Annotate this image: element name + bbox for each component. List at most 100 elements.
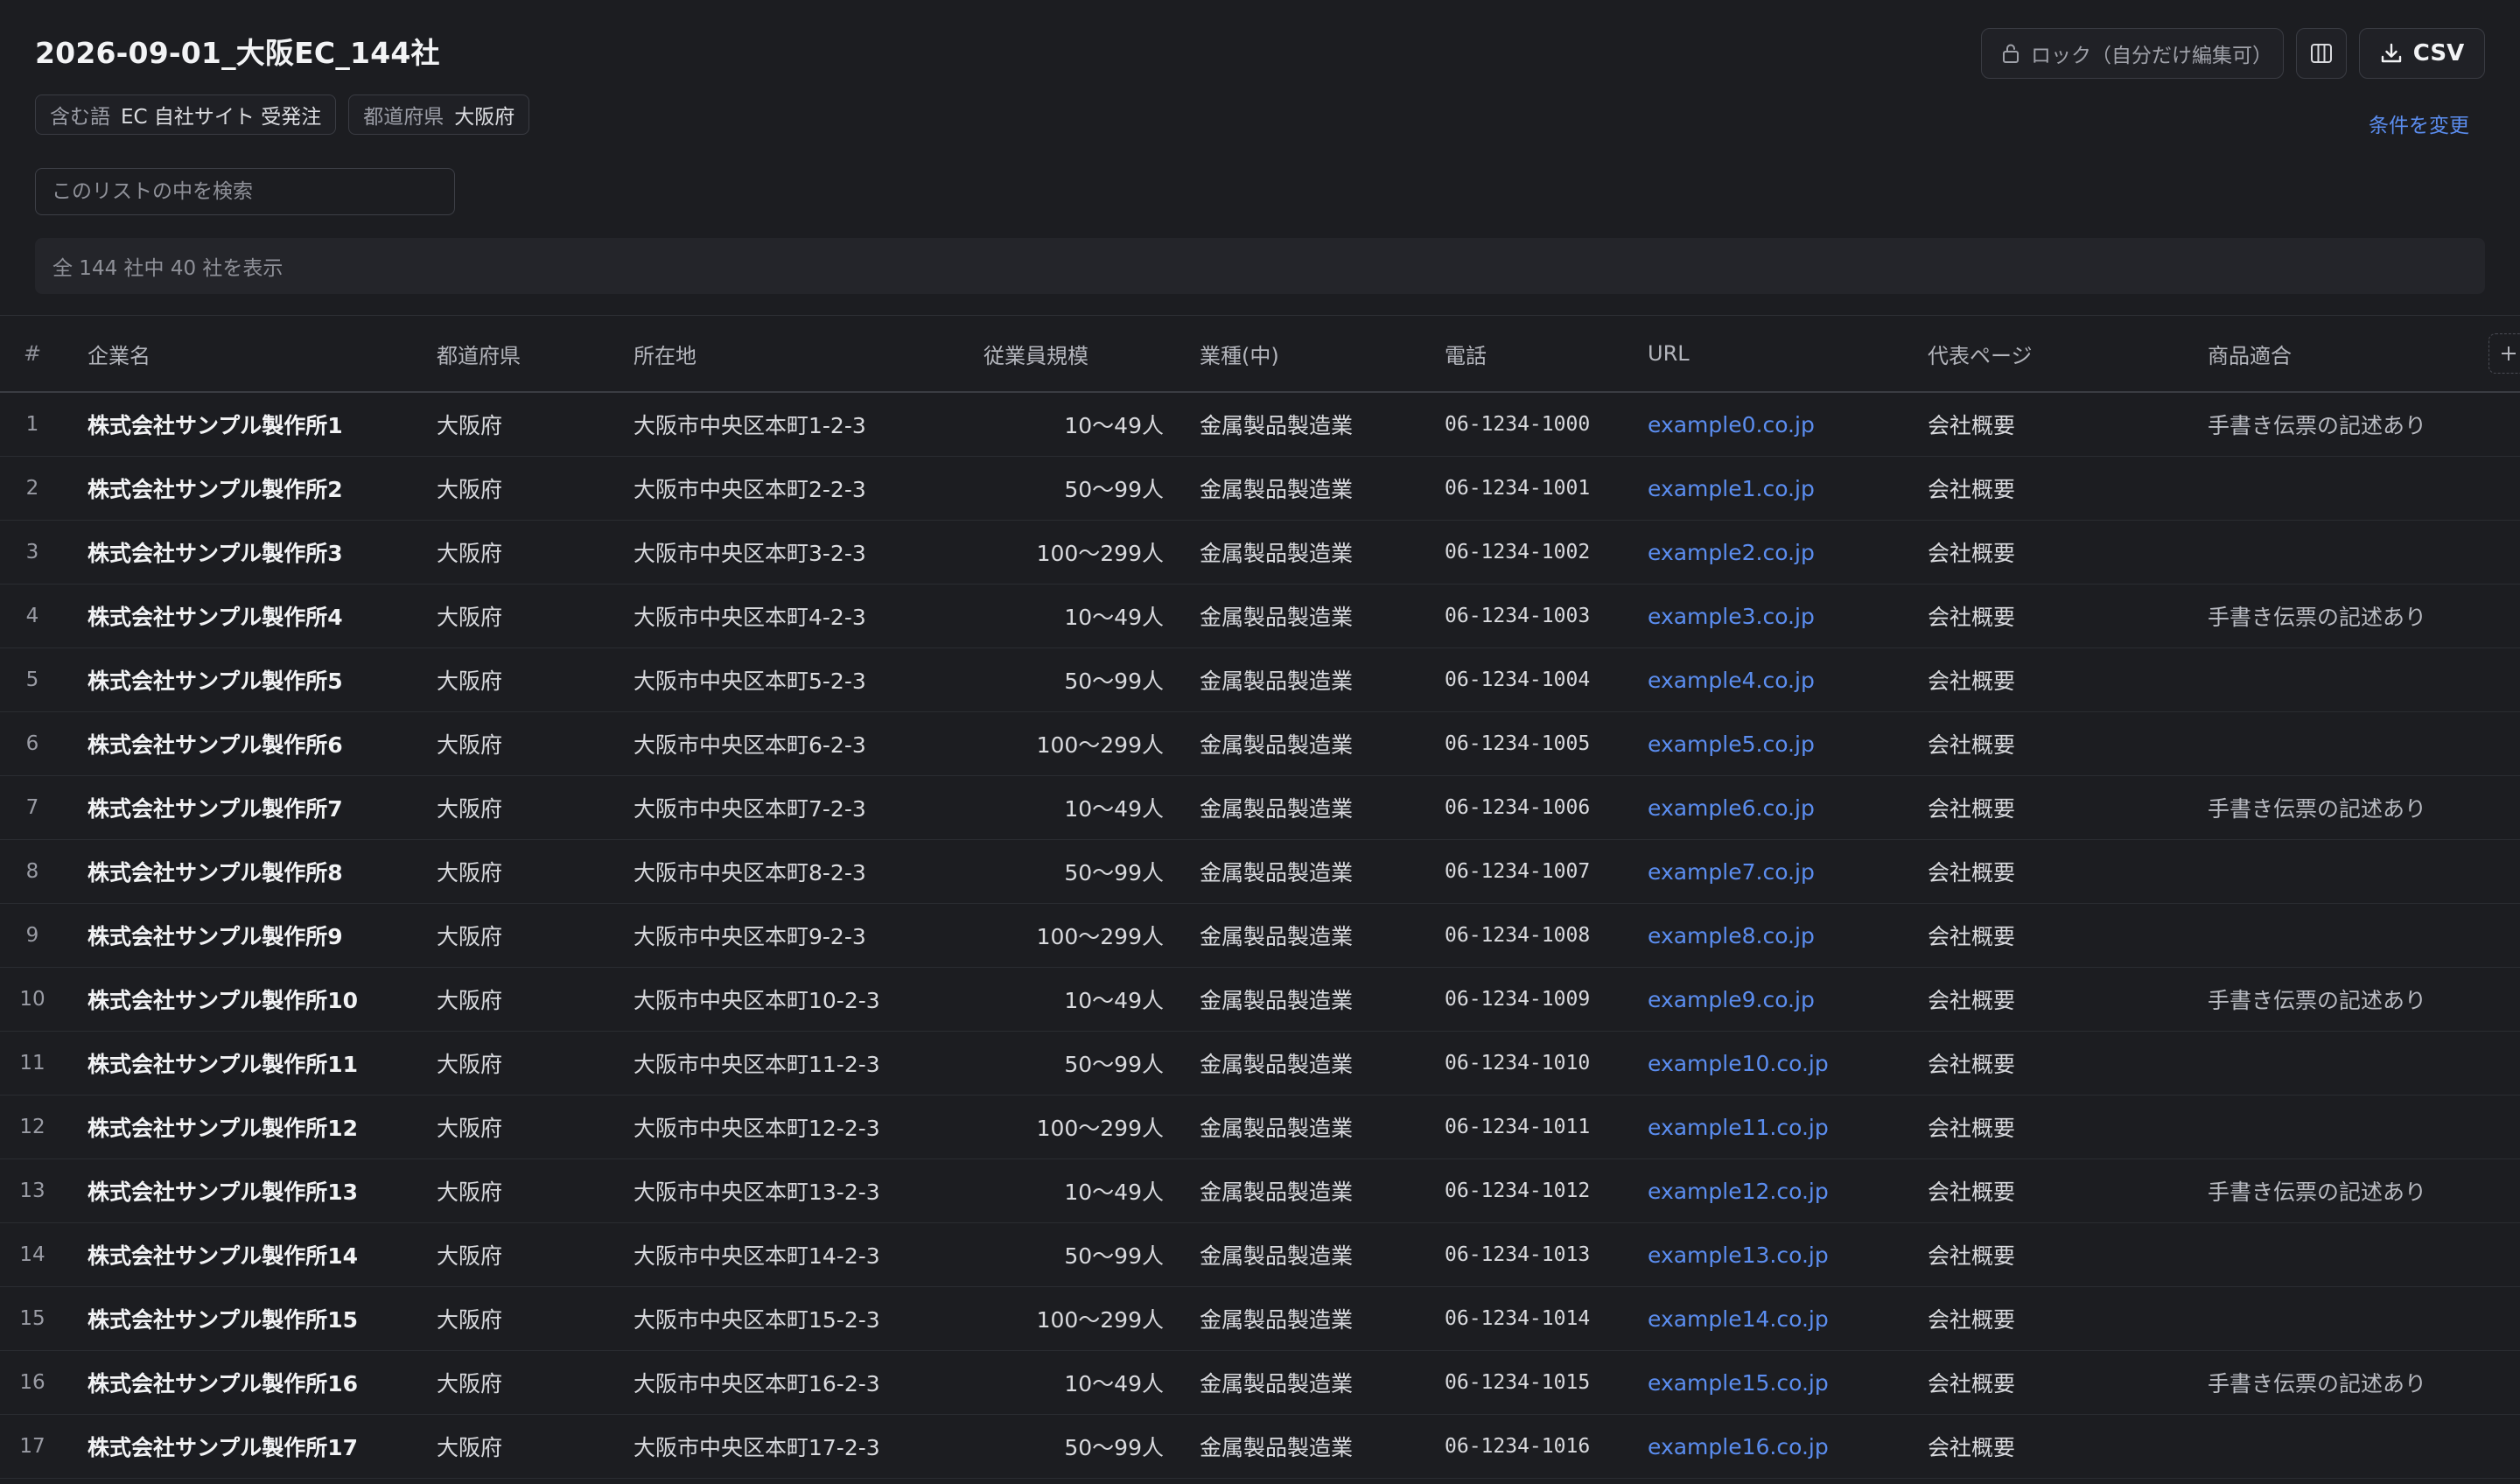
address-cell: 大阪市中央区本町14-2-3 bbox=[634, 1243, 880, 1269]
rep-page-cell: 会社概要 bbox=[1928, 1371, 2016, 1396]
table-row[interactable]: 7 株式会社サンプル製作所7 大阪府 大阪市中央区本町7-2-3 10〜49人 金属製品製… bbox=[0, 776, 2520, 840]
download-icon bbox=[2380, 42, 2403, 65]
address-cell: 大阪市中央区本町9-2-3 bbox=[634, 924, 866, 949]
industry-cell: 金属製品製造業 bbox=[1200, 1052, 1354, 1077]
rep-page-cell: 会社概要 bbox=[1928, 413, 2016, 438]
url-link[interactable]: example15.co.jp bbox=[1648, 1351, 1829, 1414]
column-header-rep-page[interactable]: 代表ページ bbox=[1928, 316, 2033, 391]
url-link[interactable]: example5.co.jp bbox=[1648, 712, 1815, 775]
company-name[interactable]: 株式会社サンプル製作所6 bbox=[88, 712, 343, 775]
column-header-address[interactable]: 所在地 bbox=[634, 316, 696, 391]
table-header: # 企業名 都道府県 所在地 従業員規模 業種(中) 電話 URL 代表ページ … bbox=[0, 316, 2520, 393]
url-link[interactable]: example11.co.jp bbox=[1648, 1096, 1829, 1158]
filter-chip-key: 含む語 bbox=[50, 106, 110, 129]
employees-cell: 10〜49人 bbox=[1064, 796, 1164, 822]
change-conditions-link[interactable]: 条件を変更 bbox=[2369, 108, 2469, 138]
employees-cell: 100〜299人 bbox=[1036, 1307, 1164, 1333]
url-link[interactable]: example7.co.jp bbox=[1648, 840, 1815, 903]
company-name[interactable]: 株式会社サンプル製作所14 bbox=[88, 1223, 358, 1286]
table-row[interactable]: 13 株式会社サンプル製作所13 大阪府 大阪市中央区本町13-2-3 10〜49人 金属… bbox=[0, 1159, 2520, 1223]
employees-cell: 50〜99人 bbox=[1064, 860, 1164, 886]
url-link[interactable]: example12.co.jp bbox=[1648, 1159, 1829, 1222]
table-row[interactable]: 4 株式会社サンプル製作所4 大阪府 大阪市中央区本町4-2-3 10〜49人 金属製品製… bbox=[0, 584, 2520, 648]
csv-download-button[interactable]: CSV bbox=[2359, 28, 2485, 79]
company-name[interactable]: 株式会社サンプル製作所11 bbox=[88, 1032, 358, 1095]
column-header-employees[interactable]: 従業員規模 bbox=[984, 316, 1088, 391]
prefecture-cell: 大阪府 bbox=[437, 732, 503, 758]
url-link[interactable]: example14.co.jp bbox=[1648, 1287, 1829, 1350]
url-link[interactable]: example10.co.jp bbox=[1648, 1032, 1829, 1095]
table-row[interactable]: 5 株式会社サンプル製作所5 大阪府 大阪市中央区本町5-2-3 50〜99人 金属製品製… bbox=[0, 648, 2520, 712]
column-header-name[interactable]: 企業名 bbox=[88, 316, 150, 391]
column-header-industry[interactable]: 業種(中) bbox=[1200, 316, 1279, 391]
address-cell: 大阪市中央区本町6-2-3 bbox=[634, 732, 866, 758]
table-row[interactable]: 1 株式会社サンプル製作所1 大阪府 大阪市中央区本町1-2-3 10〜49人 金属製品製… bbox=[0, 393, 2520, 457]
table-row[interactable]: 15 株式会社サンプル製作所15 大阪府 大阪市中央区本町15-2-3 100〜299人… bbox=[0, 1287, 2520, 1351]
company-name[interactable]: 株式会社サンプル製作所2 bbox=[88, 457, 343, 520]
company-name[interactable]: 株式会社サンプル製作所13 bbox=[88, 1159, 358, 1222]
column-header-phone[interactable]: 電話 bbox=[1445, 316, 1487, 391]
table-row[interactable]: 10 株式会社サンプル製作所10 大阪府 大阪市中央区本町10-2-3 10〜49人 金属… bbox=[0, 968, 2520, 1032]
table-row[interactable]: 11 株式会社サンプル製作所11 大阪府 大阪市中央区本町11-2-3 50〜99人 金属… bbox=[0, 1032, 2520, 1096]
company-name[interactable]: 株式会社サンプル製作所4 bbox=[88, 584, 343, 648]
url-link[interactable]: example9.co.jp bbox=[1648, 968, 1815, 1031]
table-row[interactable]: 6 株式会社サンプル製作所6 大阪府 大阪市中央区本町6-2-3 100〜299人 金属製… bbox=[0, 712, 2520, 776]
phone-cell: 06-1234-1006 bbox=[1445, 796, 1591, 819]
industry-cell: 金属製品製造業 bbox=[1200, 1435, 1354, 1460]
table-row[interactable]: 16 株式会社サンプル製作所16 大阪府 大阪市中央区本町16-2-3 10〜49人 金属… bbox=[0, 1351, 2520, 1415]
columns-icon bbox=[2310, 43, 2333, 64]
company-name[interactable]: 株式会社サンプル製作所12 bbox=[88, 1096, 358, 1158]
row-index: 6 bbox=[25, 732, 39, 755]
prefecture-cell: 大阪府 bbox=[437, 541, 503, 566]
url-link[interactable]: example13.co.jp bbox=[1648, 1223, 1829, 1286]
table-row[interactable]: 8 株式会社サンプル製作所8 大阪府 大阪市中央区本町8-2-3 50〜99人 金属製品製… bbox=[0, 840, 2520, 904]
company-name[interactable]: 株式会社サンプル製作所7 bbox=[88, 776, 343, 839]
company-name[interactable]: 株式会社サンプル製作所8 bbox=[88, 840, 343, 903]
industry-cell: 金属製品製造業 bbox=[1200, 1243, 1354, 1269]
table-row[interactable]: 12 株式会社サンプル製作所12 大阪府 大阪市中央区本町12-2-3 100〜299人… bbox=[0, 1096, 2520, 1159]
columns-button[interactable] bbox=[2296, 28, 2347, 79]
table-row[interactable]: 9 株式会社サンプル製作所9 大阪府 大阪市中央区本町9-2-3 100〜299人 金属製… bbox=[0, 904, 2520, 968]
url-link[interactable]: example1.co.jp bbox=[1648, 457, 1815, 520]
column-header-prefecture[interactable]: 都道府県 bbox=[437, 316, 521, 391]
company-name[interactable]: 株式会社サンプル製作所3 bbox=[88, 521, 343, 584]
column-header-url[interactable]: URL bbox=[1648, 316, 1690, 391]
company-name[interactable]: 株式会社サンプル製作所9 bbox=[88, 904, 343, 967]
company-name[interactable]: 株式会社サンプル製作所17 bbox=[88, 1415, 358, 1478]
product-fit-cell: 手書き伝票の記述あり bbox=[2208, 988, 2427, 1013]
company-name[interactable]: 株式会社サンプル製作所16 bbox=[88, 1351, 358, 1414]
employees-cell: 100〜299人 bbox=[1036, 541, 1164, 566]
company-name[interactable]: 株式会社サンプル製作所1 bbox=[88, 393, 343, 456]
search-input[interactable] bbox=[35, 168, 455, 215]
csv-button-label: CSV bbox=[2412, 40, 2465, 66]
table-row[interactable]: 2 株式会社サンプル製作所2 大阪府 大阪市中央区本町2-2-3 50〜99人 金属製品製… bbox=[0, 457, 2520, 521]
rep-page-cell: 会社概要 bbox=[1928, 1052, 2016, 1077]
add-column-button[interactable] bbox=[2488, 333, 2520, 374]
lock-button[interactable]: ロック（自分だけ編集可） bbox=[1981, 28, 2284, 79]
url-link[interactable]: example3.co.jp bbox=[1648, 584, 1815, 648]
rep-page-cell: 会社概要 bbox=[1928, 477, 2016, 502]
rep-page-cell: 会社概要 bbox=[1928, 924, 2016, 949]
table-row[interactable]: 14 株式会社サンプル製作所14 大阪府 大阪市中央区本町14-2-3 50〜99人 金属… bbox=[0, 1223, 2520, 1287]
url-link[interactable]: example4.co.jp bbox=[1648, 648, 1815, 711]
url-link[interactable]: example8.co.jp bbox=[1648, 904, 1815, 967]
url-link[interactable]: example16.co.jp bbox=[1648, 1415, 1829, 1478]
company-name[interactable]: 株式会社サンプル製作所10 bbox=[88, 968, 358, 1031]
table-row[interactable]: 17 株式会社サンプル製作所17 大阪府 大阪市中央区本町17-2-3 50〜99人 金属… bbox=[0, 1415, 2520, 1479]
employees-cell: 10〜49人 bbox=[1064, 605, 1164, 630]
column-header-product-fit[interactable]: 商品適合 bbox=[2208, 316, 2292, 391]
url-link[interactable]: example0.co.jp bbox=[1648, 393, 1815, 456]
rep-page-cell: 会社概要 bbox=[1928, 1307, 2016, 1333]
phone-cell: 06-1234-1011 bbox=[1445, 1116, 1591, 1138]
url-link[interactable]: example6.co.jp bbox=[1648, 776, 1815, 839]
company-name[interactable]: 株式会社サンプル製作所15 bbox=[88, 1287, 358, 1350]
company-name[interactable]: 株式会社サンプル製作所5 bbox=[88, 648, 343, 711]
url-link[interactable]: example2.co.jp bbox=[1648, 521, 1815, 584]
employees-cell: 100〜299人 bbox=[1036, 924, 1164, 949]
toolbar: ロック（自分だけ編集可） CSV bbox=[1981, 28, 2485, 79]
prefecture-cell: 大阪府 bbox=[437, 413, 503, 438]
phone-cell: 06-1234-1014 bbox=[1445, 1307, 1591, 1330]
table-row[interactable]: 3 株式会社サンプル製作所3 大阪府 大阪市中央区本町3-2-3 100〜299人 金属製… bbox=[0, 521, 2520, 584]
row-index: 14 bbox=[19, 1243, 46, 1266]
rep-page-cell: 会社概要 bbox=[1928, 541, 2016, 566]
